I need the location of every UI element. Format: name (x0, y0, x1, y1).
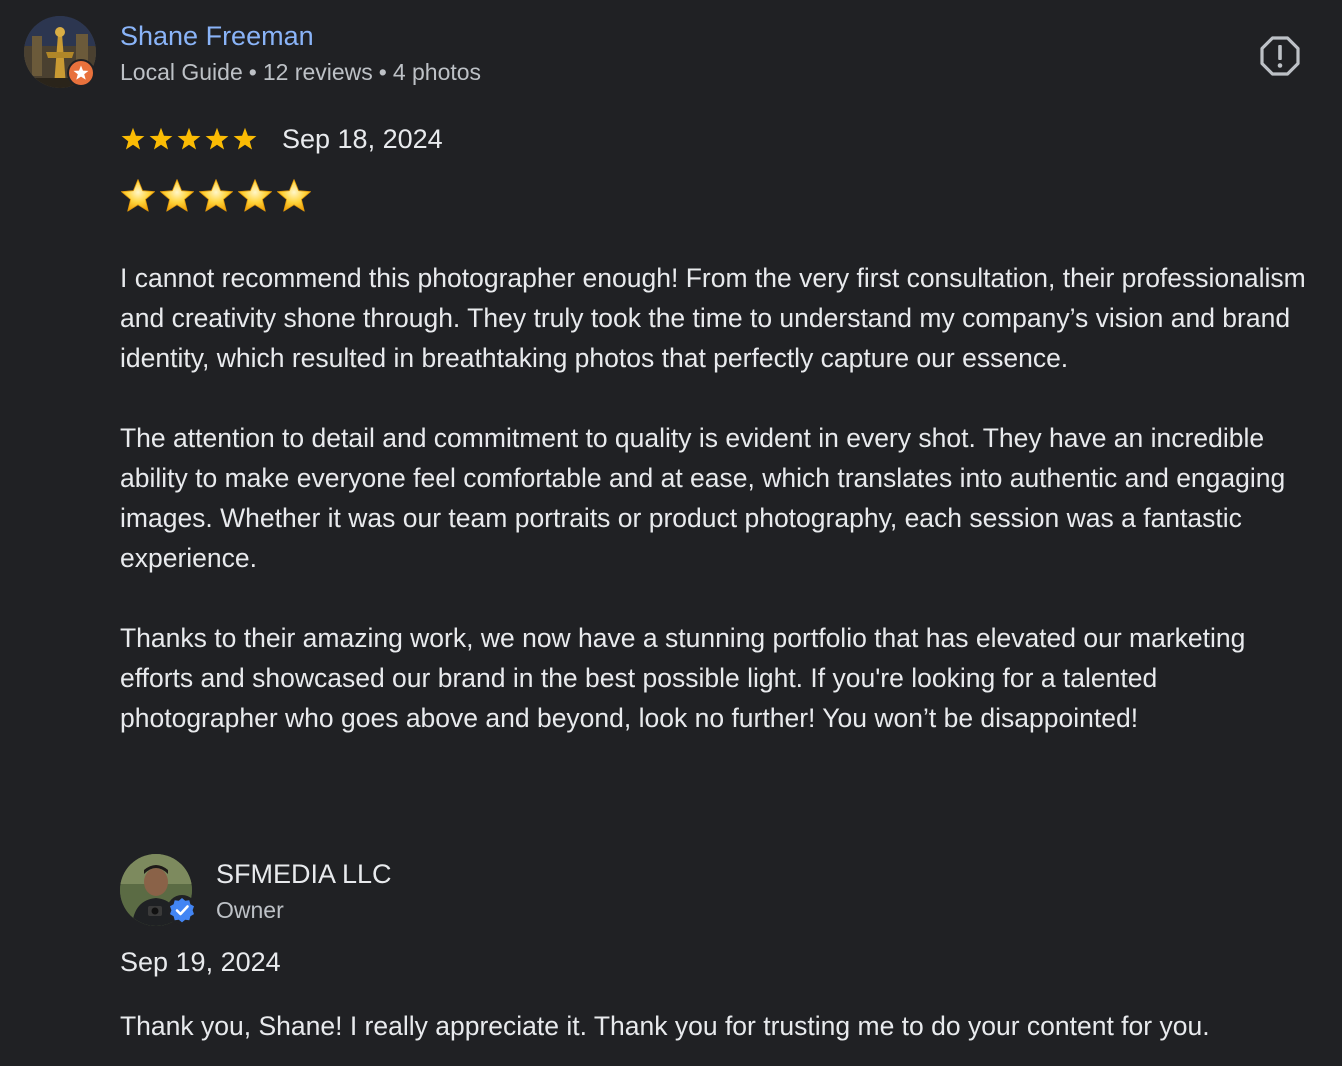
star-icon (205, 127, 229, 150)
star-icon (233, 127, 257, 150)
reviewer-meta: Local Guide • 12 reviews • 4 photos (120, 57, 481, 87)
review-paragraph: The attention to detail and commitment t… (120, 423, 1286, 573)
star-emoji-icon (276, 179, 312, 212)
meta-separator: • (248, 59, 257, 85)
star-emoji-icon (159, 179, 195, 212)
report-review-button[interactable] (1258, 34, 1302, 78)
review-paragraph: I cannot recommend this photographer eno… (120, 263, 1306, 373)
star-icon (121, 127, 145, 150)
owner-name: SFMEDIA LLC (216, 859, 392, 889)
verified-check-icon (166, 894, 198, 926)
review-text: I cannot recommend this photographer eno… (120, 258, 1310, 778)
local-guide-star-badge-icon (67, 59, 95, 87)
emoji-stars (120, 178, 312, 214)
response-date: Sep 19, 2024 (120, 947, 281, 977)
photo-count: 4 photos (392, 59, 482, 85)
star-emoji-icon (120, 179, 156, 212)
local-guide-label: Local Guide (120, 59, 243, 85)
rating-row: Sep 18, 2024 (120, 122, 443, 156)
owner-avatar[interactable] (120, 854, 197, 926)
star-emoji-icon (198, 179, 234, 212)
review-paragraph: Thanks to their amazing work, we now hav… (120, 623, 1246, 733)
owner-response-text: Thank you, Shane! I really appreciate it… (120, 1011, 1210, 1041)
review-count: 12 reviews (262, 59, 373, 85)
review-card: Shane Freeman Local Guide • 12 reviews • 4 p… (0, 0, 1342, 1066)
owner-role-label: Owner (216, 897, 284, 923)
meta-separator: • (378, 59, 387, 85)
star-emoji-icon (237, 179, 273, 212)
star-icon (177, 127, 201, 150)
star-rating (120, 126, 258, 152)
reviewer-avatar[interactable] (24, 16, 96, 88)
review-date: Sep 18, 2024 (282, 124, 443, 154)
star-icon (149, 127, 173, 150)
report-icon (1260, 36, 1300, 76)
reviewer-name-link[interactable]: Shane Freeman (120, 20, 314, 52)
